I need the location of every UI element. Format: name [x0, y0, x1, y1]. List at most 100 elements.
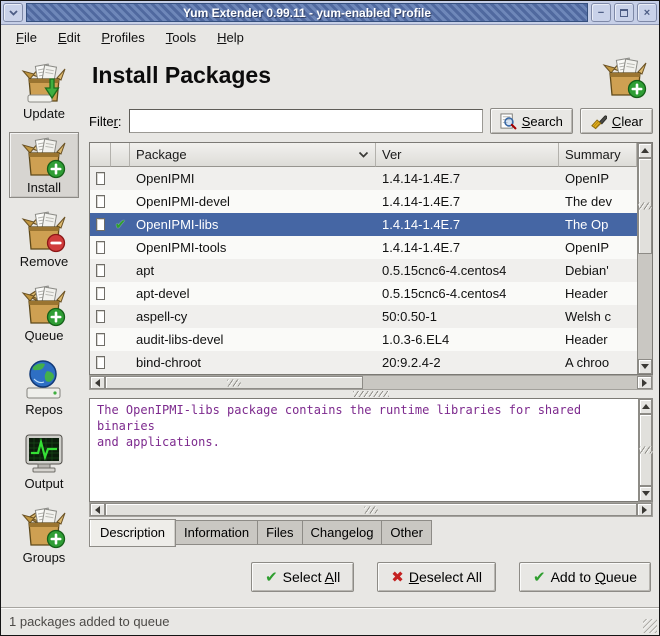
sidebar-item-update[interactable]: Update	[9, 58, 79, 124]
package-checkbox[interactable]	[96, 264, 105, 277]
menu-tools[interactable]: Tools	[157, 28, 205, 47]
package-checkbox[interactable]	[96, 172, 105, 185]
sidebar-item-queue[interactable]: Queue	[9, 280, 79, 346]
scrollbar-thumb[interactable]	[638, 158, 652, 254]
column-header-ver[interactable]: Ver	[376, 143, 559, 167]
table-row[interactable]: OpenIPMI-devel1.4.14-1.4E.7The dev	[90, 190, 637, 213]
select-all-button[interactable]: ✔ Select All	[251, 562, 354, 592]
package-checkbox[interactable]	[96, 356, 105, 369]
column-header-package-label: Package	[136, 147, 187, 162]
table-row[interactable]: OpenIPMI-tools1.4.14-1.4E.7OpenIP	[90, 236, 637, 259]
scroll-left-button[interactable]	[90, 376, 105, 389]
scroll-down-button[interactable]	[639, 486, 652, 501]
queue-status-cell	[111, 190, 130, 213]
pane-splitter[interactable]	[89, 390, 653, 398]
package-summary: OpenIP	[559, 167, 637, 190]
package-version: 1.4.14-1.4E.7	[376, 190, 559, 213]
clear-button-label: Clear	[612, 114, 643, 129]
box-minus-icon	[20, 210, 68, 254]
package-checkbox[interactable]	[96, 310, 105, 323]
scrollbar-thumb[interactable]	[105, 503, 637, 516]
resize-grip[interactable]	[643, 619, 657, 633]
checkbox-cell	[90, 213, 111, 236]
table-row[interactable]: ✔OpenIPMI-libs1.4.14-1.4E.7The Op	[90, 213, 637, 236]
search-button[interactable]: Search	[490, 108, 573, 134]
scroll-down-button[interactable]	[638, 359, 652, 374]
column-header-checkbox[interactable]	[90, 143, 111, 167]
tab-information[interactable]: Information	[176, 520, 258, 545]
sidebar-item-output[interactable]: Output	[9, 428, 79, 494]
menu-help[interactable]: Help	[208, 28, 253, 47]
tab-changelog[interactable]: Changelog	[303, 520, 383, 545]
table-row[interactable]: audit-libs-devel1.0.3-6.EL4Header	[90, 328, 637, 351]
menu-file[interactable]: File	[7, 28, 46, 47]
scrollbar-trough[interactable]	[363, 376, 637, 389]
menu-edit[interactable]: Edit	[49, 28, 89, 47]
minimize-button[interactable]: −	[591, 3, 611, 22]
scrollbar-thumb[interactable]	[639, 414, 652, 486]
scrollbar-trough[interactable]	[638, 254, 652, 359]
queue-status-cell	[111, 282, 130, 305]
titlebar[interactable]: Yum Extender 0.99.11 - yum-enabled Profi…	[1, 1, 659, 25]
maximize-button[interactable]	[614, 3, 634, 22]
sidebar: Update Install Remove Queue Repos Output Group…	[1, 50, 87, 607]
table-horizontal-scrollbar[interactable]	[89, 375, 653, 390]
column-header-status[interactable]	[111, 143, 130, 167]
box-update-icon	[20, 62, 68, 106]
boxes-plus-icon	[20, 506, 68, 550]
queue-status-cell	[111, 259, 130, 282]
table-vertical-scrollbar[interactable]	[637, 143, 652, 374]
scroll-left-button[interactable]	[90, 503, 105, 516]
package-checkbox[interactable]	[96, 218, 105, 231]
tab-files[interactable]: Files	[258, 520, 302, 545]
description-horizontal-scrollbar[interactable]	[89, 502, 653, 517]
clear-button[interactable]: Clear	[580, 108, 653, 134]
package-name: audit-libs-devel	[130, 328, 376, 351]
scroll-up-button[interactable]	[638, 143, 652, 158]
filter-input[interactable]	[129, 109, 483, 133]
window-title: Yum Extender 0.99.11 - yum-enabled Profi…	[183, 6, 431, 20]
window-menu-button[interactable]	[3, 3, 23, 22]
sidebar-item-install[interactable]: Install	[9, 132, 79, 198]
scroll-right-button[interactable]	[637, 503, 652, 516]
table-row[interactable]: apt0.5.15cnc6-4.centos4Debian'	[90, 259, 637, 282]
sidebar-item-label: Groups	[23, 550, 66, 565]
menu-profiles[interactable]: Profiles	[92, 28, 153, 47]
table-row[interactable]: bind-chroot20:9.2.4-2A chroo	[90, 351, 637, 374]
sidebar-item-repos[interactable]: Repos	[9, 354, 79, 420]
sidebar-item-remove[interactable]: Remove	[9, 206, 79, 272]
sidebar-item-groups[interactable]: Groups	[9, 502, 79, 568]
deselect-all-button[interactable]: ✖ Deselect All	[377, 562, 496, 592]
checkbox-cell	[90, 351, 111, 374]
table-row[interactable]: OpenIPMI1.4.14-1.4E.7OpenIP	[90, 167, 637, 190]
scroll-right-button[interactable]	[637, 376, 652, 389]
table-row[interactable]: aspell-cy50:0.50-1Welsh c	[90, 305, 637, 328]
scrollbar-thumb[interactable]	[105, 376, 363, 389]
scroll-up-button[interactable]	[639, 399, 652, 414]
deselect-all-label: Deselect All	[409, 569, 482, 585]
column-header-package[interactable]: Package	[130, 143, 376, 167]
table-row[interactable]: apt-devel0.5.15cnc6-4.centos4Header	[90, 282, 637, 305]
package-summary: Header	[559, 282, 637, 305]
package-checkbox[interactable]	[96, 333, 105, 346]
package-version: 20:9.2.4-2	[376, 351, 559, 374]
arrow-left-icon	[95, 379, 100, 387]
tab-other[interactable]: Other	[382, 520, 432, 545]
package-version: 1.4.14-1.4E.7	[376, 167, 559, 190]
search-icon	[500, 113, 517, 130]
description-vertical-scrollbar[interactable]	[638, 398, 653, 502]
queue-status-cell	[111, 328, 130, 351]
description-pane: The OpenIPMI-libs package contains the r…	[89, 398, 653, 502]
tab-description[interactable]: Description	[89, 519, 176, 547]
close-button[interactable]: ×	[637, 3, 657, 22]
add-to-queue-button[interactable]: ✔ Add to Queue	[519, 562, 651, 592]
globe-drive-icon	[20, 358, 68, 402]
column-header-summary[interactable]: Summary	[559, 143, 637, 167]
package-summary: A chroo	[559, 351, 637, 374]
checkbox-cell	[90, 328, 111, 351]
column-header-ver-label: Ver	[382, 147, 402, 162]
package-checkbox[interactable]	[96, 195, 105, 208]
package-checkbox[interactable]	[96, 241, 105, 254]
package-checkbox[interactable]	[96, 287, 105, 300]
arrow-right-icon	[642, 379, 647, 387]
